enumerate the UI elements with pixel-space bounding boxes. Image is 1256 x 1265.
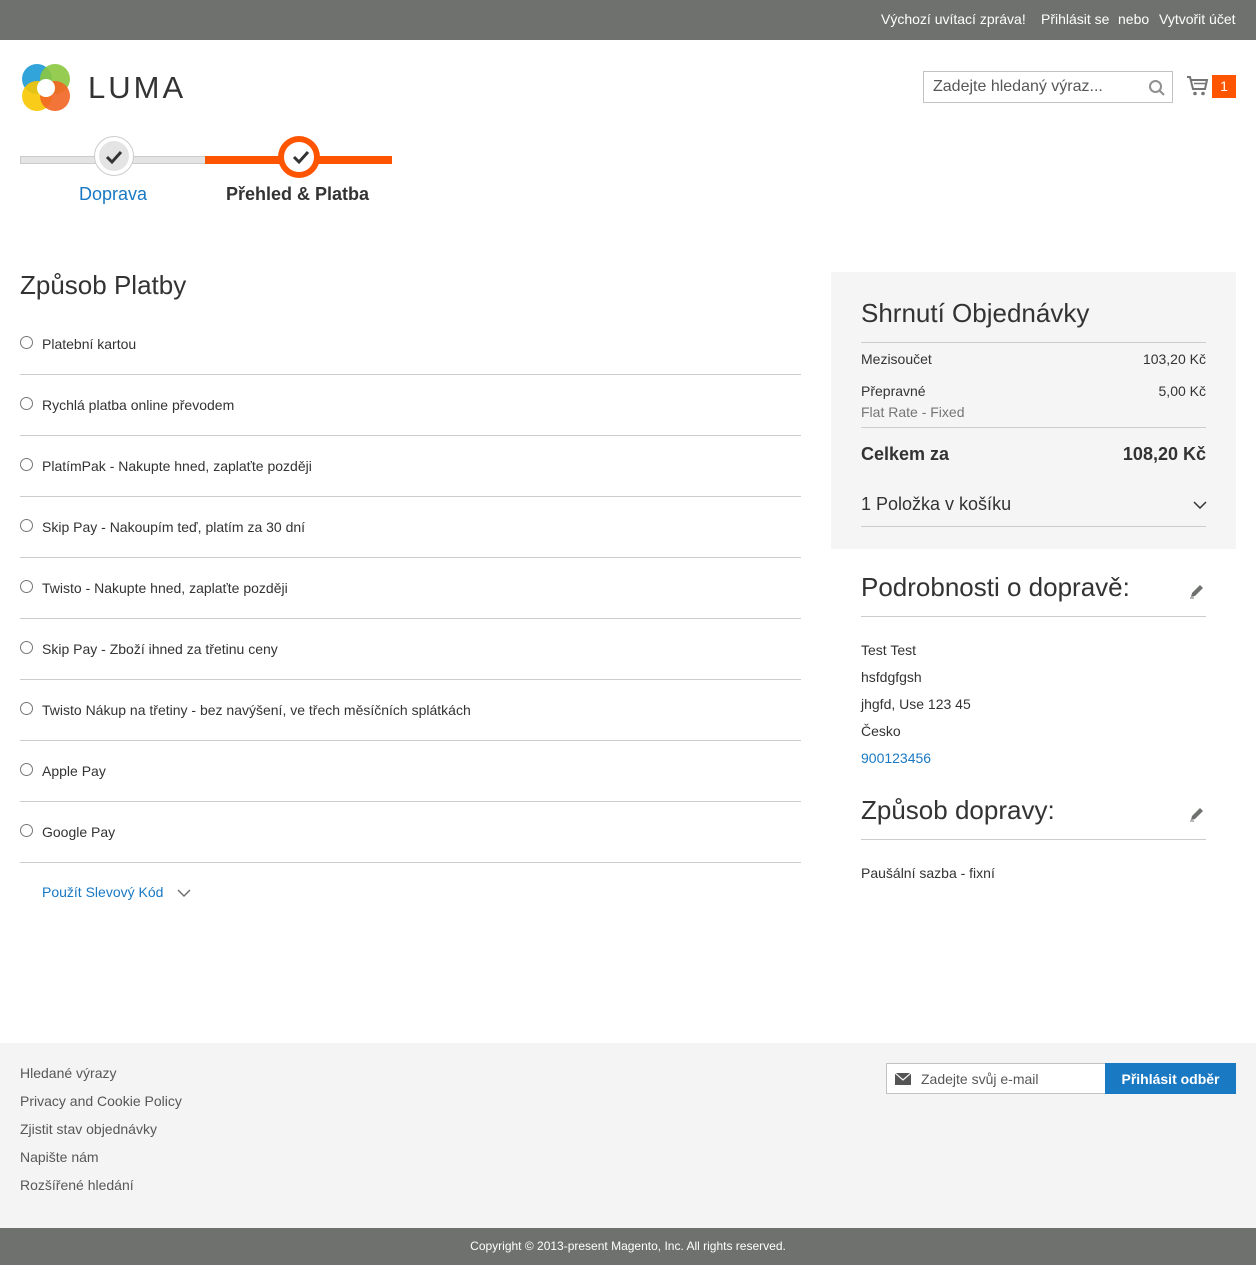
payment-method-label[interactable]: Twisto Nákup na třetiny - bez navýšení, … xyxy=(42,702,471,718)
progress-step-payment xyxy=(278,136,320,178)
top-bar: Výchozí uvítací zpráva! Přihlásit se neb… xyxy=(0,0,1256,40)
cart-items-toggle[interactable]: 1 Položka v košíku xyxy=(861,494,1011,515)
payment-method-label[interactable]: PlatímPak - Nakupte hned, zaplaťte pozdě… xyxy=(42,458,312,474)
checkmark-icon xyxy=(105,150,123,165)
payment-method-google-pay[interactable]: Google Pay xyxy=(20,802,801,863)
progress-step-shipping[interactable] xyxy=(94,136,134,176)
shipping-details-title: Podrobnosti o dopravě: xyxy=(861,572,1130,602)
payment-method-label[interactable]: Skip Pay - Zboží ihned za třetinu ceny xyxy=(42,641,278,657)
subscribe-button[interactable]: Přihlásit odběr xyxy=(1105,1063,1236,1094)
subtotal-label: Mezisoučet xyxy=(861,351,932,367)
sign-in-link[interactable]: Přihlásit se xyxy=(1041,11,1109,27)
payment-radio[interactable] xyxy=(20,519,33,532)
divider xyxy=(861,839,1206,840)
search-icon[interactable] xyxy=(1148,79,1166,97)
shipping-method-title: Způsob dopravy: xyxy=(861,795,1055,825)
search-box[interactable] xyxy=(923,71,1173,103)
payment-method-apple-pay[interactable]: Apple Pay xyxy=(20,741,801,802)
chevron-down-icon[interactable] xyxy=(177,888,191,898)
address-phone-link[interactable]: 900123456 xyxy=(861,750,931,766)
chevron-down-icon[interactable] xyxy=(1193,500,1207,510)
progress-label-payment: Přehled & Platba xyxy=(226,184,370,204)
footer-link-contact[interactable]: Napište nám xyxy=(20,1149,99,1165)
payment-method-platimpak[interactable]: PlatímPak - Nakupte hned, zaplaťte pozdě… xyxy=(20,436,801,497)
newsletter-field[interactable] xyxy=(886,1063,1106,1094)
divider xyxy=(861,342,1206,343)
payment-radio[interactable] xyxy=(20,641,33,654)
payment-method-skippay-30[interactable]: Skip Pay - Nakoupím teď, platím za 30 dn… xyxy=(20,497,801,558)
edit-icon[interactable] xyxy=(1188,805,1206,823)
progress-label-shipping[interactable]: Doprava xyxy=(79,184,147,205)
payment-method-label[interactable]: Rychlá platba online převodem xyxy=(42,397,234,413)
payment-method-label[interactable]: Platební kartou xyxy=(42,336,136,352)
payment-radio[interactable] xyxy=(20,336,33,349)
divider xyxy=(861,427,1206,428)
subtotal-value: 103,20 Kč xyxy=(1142,351,1206,367)
cart-count-badge[interactable]: 1 xyxy=(1212,75,1236,98)
payment-radio[interactable] xyxy=(20,702,33,715)
welcome-message: Výchozí uvítací zpráva! xyxy=(881,11,1026,27)
payment-method-twisto[interactable]: Twisto - Nakupte hned, zaplaťte později xyxy=(20,558,801,619)
payment-radio[interactable] xyxy=(20,458,33,471)
luma-logo-icon xyxy=(22,64,70,111)
grand-total-row: Celkem za 108,20 Kč xyxy=(861,444,1206,465)
shipping-method-note: Flat Rate - Fixed xyxy=(861,404,965,420)
shipping-method-value: Paušální sazba - fixní xyxy=(861,865,995,881)
payment-method-label[interactable]: Google Pay xyxy=(42,824,115,840)
payment-method-bank-transfer[interactable]: Rychlá platba online převodem xyxy=(20,375,801,436)
grand-total-value: 108,20 Kč xyxy=(1122,444,1206,464)
payment-method-twisto-thirds[interactable]: Twisto Nákup na třetiny - bez navýšení, … xyxy=(20,680,801,741)
shipping-value: 5,00 Kč xyxy=(1158,383,1206,399)
address-name: Test Test xyxy=(861,642,916,658)
logo-text: LUMA xyxy=(88,70,187,105)
payment-method-label[interactable]: Twisto - Nakupte hned, zaplaťte později xyxy=(42,580,288,596)
checkmark-icon xyxy=(292,150,310,165)
payment-method-card[interactable]: Platební kartou xyxy=(20,314,801,375)
footer-link-privacy[interactable]: Privacy and Cookie Policy xyxy=(20,1093,182,1109)
payment-methods-list: Platební kartou Rychlá platba online pře… xyxy=(20,314,801,863)
payment-radio[interactable] xyxy=(20,397,33,410)
or-text: nebo xyxy=(1118,11,1150,27)
payment-title: Způsob Platby xyxy=(20,270,187,300)
address-street: hsfdgfgsh xyxy=(861,669,922,685)
payment-method-label[interactable]: Apple Pay xyxy=(42,763,106,779)
logo[interactable]: LUMA xyxy=(20,62,190,114)
order-summary: Shrnutí Objednávky Mezisoučet 103,20 Kč … xyxy=(831,272,1236,549)
create-account-link[interactable]: Vytvořit účet xyxy=(1159,11,1236,27)
divider xyxy=(861,526,1206,527)
shipping-label: Přepravné xyxy=(861,383,926,399)
cart-icon[interactable] xyxy=(1186,74,1210,98)
summary-title: Shrnutí Objednávky xyxy=(861,298,1090,328)
search-input[interactable] xyxy=(924,72,1144,102)
footer-link-advanced-search[interactable]: Rozšířené hledání xyxy=(20,1177,134,1193)
address-city: jhgfd, Use 123 45 xyxy=(861,696,971,712)
divider xyxy=(861,616,1206,617)
payment-radio[interactable] xyxy=(20,763,33,776)
edit-icon[interactable] xyxy=(1188,582,1206,600)
mail-icon xyxy=(895,1073,911,1085)
footer-link-search-terms[interactable]: Hledané výrazy xyxy=(20,1065,117,1081)
address-country: Česko xyxy=(861,723,901,739)
discount-code-toggle[interactable]: Použít Slevový Kód xyxy=(42,884,163,900)
payment-radio[interactable] xyxy=(20,824,33,837)
grand-total-label: Celkem za xyxy=(861,444,950,464)
payment-method-skippay-thirds[interactable]: Skip Pay - Zboží ihned za třetinu ceny xyxy=(20,619,801,680)
payment-method-label[interactable]: Skip Pay - Nakoupím teď, platím za 30 dn… xyxy=(42,519,305,535)
payment-radio[interactable] xyxy=(20,580,33,593)
copyright: Copyright © 2013-present Magento, Inc. A… xyxy=(0,1228,1256,1265)
footer-link-order-status[interactable]: Zjistit stav objednávky xyxy=(20,1121,157,1137)
newsletter-email-input[interactable] xyxy=(921,1064,1101,1093)
